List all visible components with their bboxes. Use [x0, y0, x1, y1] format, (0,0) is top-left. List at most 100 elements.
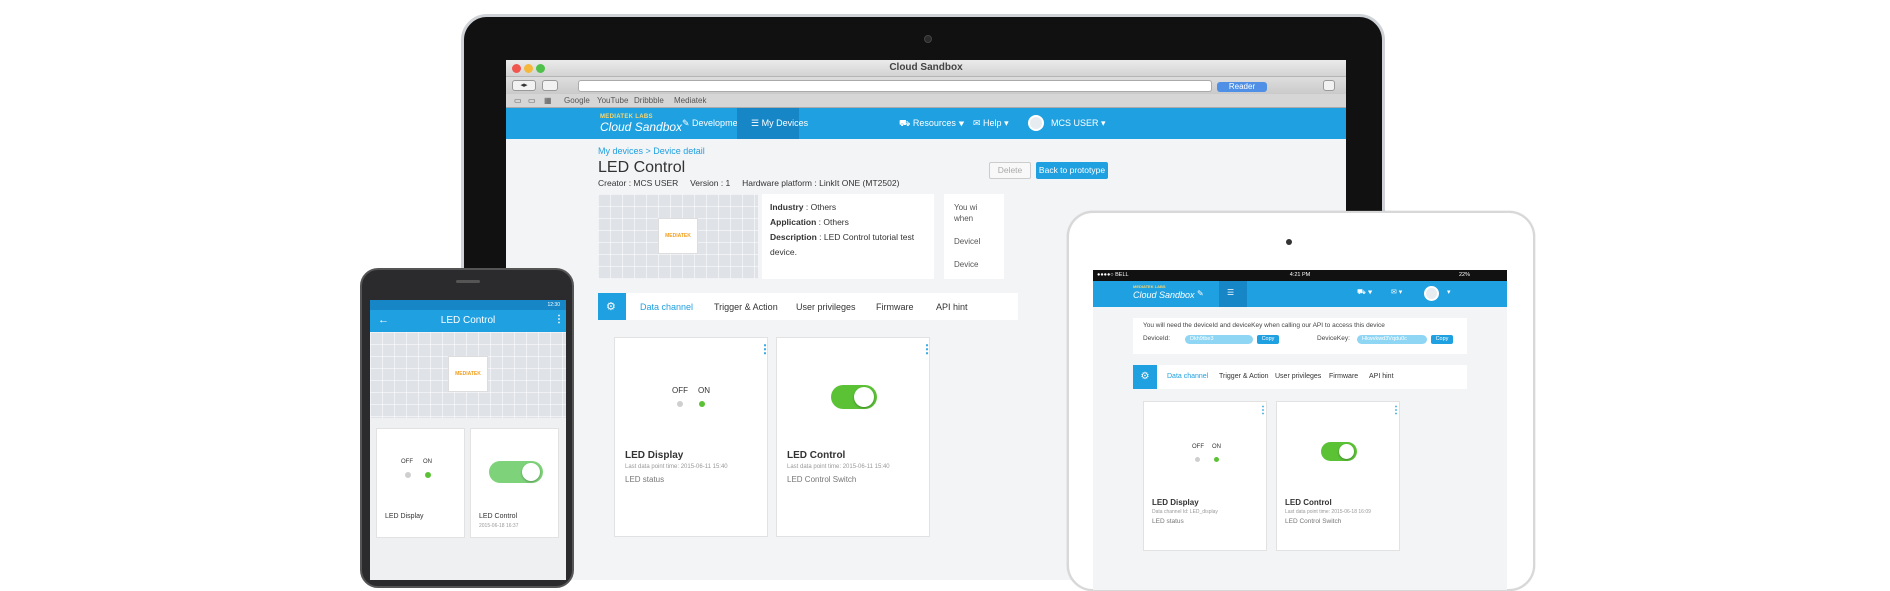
back-forward-buttons[interactable]: ◂▸: [512, 80, 536, 91]
card-menu-icon[interactable]: ⋮: [1391, 405, 1401, 416]
led-control-card: ⋮ LED Control Last data point time: 2015…: [776, 337, 933, 537]
led-on-indicator: [1214, 457, 1219, 462]
toggle-knob: [1339, 444, 1354, 459]
devicekey-field[interactable]: Hkwvkwd3Vqdu0c: [1357, 335, 1427, 344]
bookmarks-bar: ▭ ▭ ▦ Google YouTube Dribbble Mediatek: [506, 94, 1346, 108]
back-to-prototype-button[interactable]: Back to prototype: [1036, 162, 1108, 179]
tab-api-hint[interactable]: API hint: [1369, 373, 1394, 380]
card-status: LED status: [625, 475, 665, 484]
phone-statusbar: 12:30: [370, 300, 566, 310]
card-title: LED Control: [1285, 498, 1332, 507]
card-menu-icon[interactable]: ⋮: [1258, 405, 1268, 416]
device-key-panel: You wi when DeviceI Device: [944, 194, 1004, 279]
on-label: ON: [698, 386, 710, 395]
download-icon[interactable]: [1323, 80, 1335, 91]
browser-titlebar: Cloud Sandbox: [506, 60, 1346, 77]
nav-user-menu[interactable]: MCS USER ▾: [1051, 118, 1106, 129]
nav-resources[interactable]: ⛟ Resources ▾: [899, 118, 964, 130]
api-key-panel: You will need the deviceId and deviceKey…: [1133, 318, 1467, 354]
list-icon[interactable]: ☰: [1227, 288, 1234, 297]
user-avatar[interactable]: [1028, 115, 1044, 131]
tab-user-privileges[interactable]: User privileges: [1275, 373, 1321, 380]
battery-text: 22%: [1459, 272, 1471, 278]
bookmark-book-icon[interactable]: ▭: [514, 96, 522, 105]
delete-button[interactable]: Delete: [989, 162, 1031, 179]
wrench-icon[interactable]: ✎: [1197, 289, 1204, 298]
nav-development[interactable]: ✎ Development: [682, 118, 745, 129]
tab-trigger-action[interactable]: Trigger & Action: [1219, 373, 1269, 380]
creator-text: Creator : MCS USER: [598, 178, 679, 188]
nav-help[interactable]: ✉ Help ▾: [973, 118, 1009, 129]
on-label: ON: [423, 459, 432, 465]
tablet-led-control-card: ⋮ LED Control Last data point time: 2015…: [1276, 401, 1401, 551]
led-off-indicator: [405, 472, 411, 478]
device-tabs: ⚙ Data channel Trigger & Action User pri…: [598, 293, 1018, 320]
tab-data-channel[interactable]: Data channel: [640, 302, 693, 312]
overflow-menu-icon[interactable]: ⋮: [554, 314, 564, 325]
card-title: LED Display: [385, 513, 424, 520]
tab-api-hint[interactable]: API hint: [936, 302, 968, 312]
led-toggle-switch[interactable]: [489, 461, 543, 483]
device-image: MEDIATEK: [598, 194, 758, 279]
resources-menu-icon[interactable]: ⛟ ▾: [1357, 288, 1372, 297]
phone-device-image: MEDIATEK: [370, 332, 566, 418]
logo[interactable]: Cloud Sandbox: [600, 120, 682, 134]
phone-speaker: [456, 280, 480, 283]
breadcrumb[interactable]: My devices > Device detail: [598, 146, 705, 156]
car-icon: ⛟: [899, 118, 913, 128]
card-status: LED Control Switch: [787, 475, 857, 484]
tablet-device-tabs: ⚙ Data channel Trigger & Action User pri…: [1133, 365, 1467, 389]
wrench-icon: ✎: [682, 118, 693, 128]
browser-toolbar: ◂▸ Reader: [506, 77, 1346, 94]
off-label: OFF: [672, 386, 688, 395]
share-icon[interactable]: [542, 80, 558, 91]
chip-graphic: MEDIATEK: [658, 218, 698, 254]
window-title: Cloud Sandbox: [889, 62, 963, 73]
logo[interactable]: Cloud Sandbox: [1133, 290, 1195, 300]
phone-time: 12:30: [547, 302, 560, 308]
bookmark-google[interactable]: Google: [564, 96, 590, 105]
address-bar[interactable]: Reader: [578, 80, 1267, 92]
led-off-indicator: [677, 401, 683, 407]
deviceid-field[interactable]: Dkh9tbe3: [1185, 335, 1253, 344]
industry-row: Industry : Others: [770, 202, 837, 212]
top-sites-icon[interactable]: ▦: [544, 96, 552, 105]
on-label: ON: [1212, 444, 1221, 450]
help-menu-icon[interactable]: ✉ ▾: [1391, 288, 1402, 296]
chevron-down-icon[interactable]: ▾: [1447, 288, 1451, 296]
bookmark-youtube[interactable]: YouTube: [597, 96, 628, 105]
led-on-indicator: [699, 401, 705, 407]
card-status: LED status: [1152, 518, 1184, 525]
tab-firmware[interactable]: Firmware: [1329, 373, 1358, 380]
card-title: LED Display: [1152, 498, 1199, 507]
hardware-text: Hardware platform : LinkIt ONE (MT2502): [742, 178, 900, 188]
card-menu-icon[interactable]: ⋮: [759, 342, 771, 356]
toggle-knob: [854, 387, 874, 407]
led-toggle-switch[interactable]: [1321, 442, 1357, 461]
user-avatar[interactable]: [1424, 286, 1439, 301]
nav-my-devices[interactable]: ☰ My Devices: [751, 118, 808, 129]
phone-toolbar: ← LED Control ⋮: [370, 310, 566, 332]
reader-button[interactable]: Reader: [1217, 82, 1267, 92]
tab-trigger-action[interactable]: Trigger & Action: [714, 302, 778, 312]
logo-brand: MEDIATEK LABS: [1133, 284, 1166, 289]
bookmark-mediatek[interactable]: Mediatek: [674, 96, 706, 105]
tab-data-channel[interactable]: Data channel: [1167, 373, 1208, 380]
bookmark-dribbble[interactable]: Dribbble: [634, 96, 664, 105]
led-off-indicator: [1195, 457, 1200, 462]
card-timestamp: Last data point time: 2015-06-11 15:40: [787, 464, 890, 470]
led-toggle-switch[interactable]: [831, 385, 877, 409]
tablet-statusbar: ●●●●○ BELL 4:21 PM 22%: [1093, 270, 1507, 281]
description-row: Description : LED Control tutorial test …: [770, 232, 915, 257]
card-timestamp: 2015-06-18 16:37: [479, 523, 519, 529]
tab-firmware[interactable]: Firmware: [876, 302, 914, 312]
reading-list-icon[interactable]: ▭: [528, 96, 536, 105]
led-on-indicator: [425, 472, 431, 478]
tablet-led-display-card: ⋮ OFF ON LED Display Data channel Id: LE…: [1143, 401, 1268, 551]
copy-deviceid-button[interactable]: Copy: [1257, 335, 1279, 344]
tab-user-privileges[interactable]: User privileges: [796, 302, 856, 312]
copy-devicekey-button[interactable]: Copy: [1431, 335, 1453, 344]
card-menu-icon[interactable]: ⋮: [921, 342, 933, 356]
application-row: Application : Others: [770, 217, 849, 227]
list-icon: ☰: [751, 118, 762, 128]
